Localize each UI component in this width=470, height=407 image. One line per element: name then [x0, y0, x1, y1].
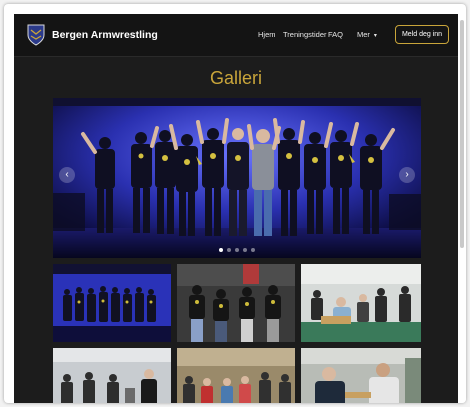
- chevron-right-icon: ›: [405, 169, 409, 180]
- gallery-thumbnail[interactable]: [177, 348, 295, 403]
- gallery-photo: [301, 348, 421, 403]
- gallery-thumbnail[interactable]: [301, 264, 421, 342]
- chevron-left-icon: ‹: [65, 169, 69, 180]
- gallery-thumbnail[interactable]: [177, 264, 295, 342]
- browser-frame: Bergen Armwrestling Hjem Treningstider F…: [4, 4, 466, 403]
- nav-link-hjem[interactable]: Hjem: [258, 30, 276, 39]
- gallery-photo: [177, 264, 295, 342]
- carousel-prev-button[interactable]: ‹: [59, 167, 75, 183]
- join-button[interactable]: Meld deg inn: [395, 25, 449, 44]
- carousel-indicators: [53, 248, 421, 252]
- carousel-indicator-3[interactable]: [235, 248, 239, 252]
- chevron-down-icon: ▾: [373, 33, 377, 39]
- carousel-indicator-5[interactable]: [251, 248, 255, 252]
- nav-dropdown-label: Mer: [357, 30, 370, 39]
- carousel-indicator-4[interactable]: [243, 248, 247, 252]
- carousel-indicator-1[interactable]: [219, 248, 223, 252]
- gallery-photo: [177, 348, 295, 403]
- page-viewport: Bergen Armwrestling Hjem Treningstider F…: [14, 14, 458, 403]
- carousel-next-button[interactable]: ›: [399, 167, 415, 183]
- scrollbar[interactable]: [458, 14, 466, 403]
- gallery-photo: [53, 348, 171, 403]
- gallery-thumbnail[interactable]: [301, 348, 421, 403]
- page-title: Galleri: [209, 68, 262, 88]
- brand-name: Bergen Armwrestling: [52, 29, 158, 41]
- gallery-photo: [53, 264, 171, 342]
- gallery-photo: [301, 264, 421, 342]
- scrollbar-thumb[interactable]: [460, 20, 464, 248]
- carousel-indicator-2[interactable]: [227, 248, 231, 252]
- gallery-carousel[interactable]: ‹ ›: [53, 98, 421, 258]
- gallery-thumbnail[interactable]: [53, 348, 171, 403]
- nav-link-treningstider[interactable]: Treningstider: [283, 30, 327, 39]
- gallery-thumbnail[interactable]: [53, 264, 171, 342]
- brand-link[interactable]: Bergen Armwrestling: [26, 24, 158, 46]
- nav-link-faq[interactable]: FAQ: [328, 30, 343, 39]
- club-crest-logo: [27, 24, 45, 46]
- navbar: Bergen Armwrestling Hjem Treningstider F…: [14, 14, 458, 57]
- nav-dropdown-mer[interactable]: Mer ▾: [357, 30, 377, 39]
- carousel-slide-image: [53, 98, 421, 258]
